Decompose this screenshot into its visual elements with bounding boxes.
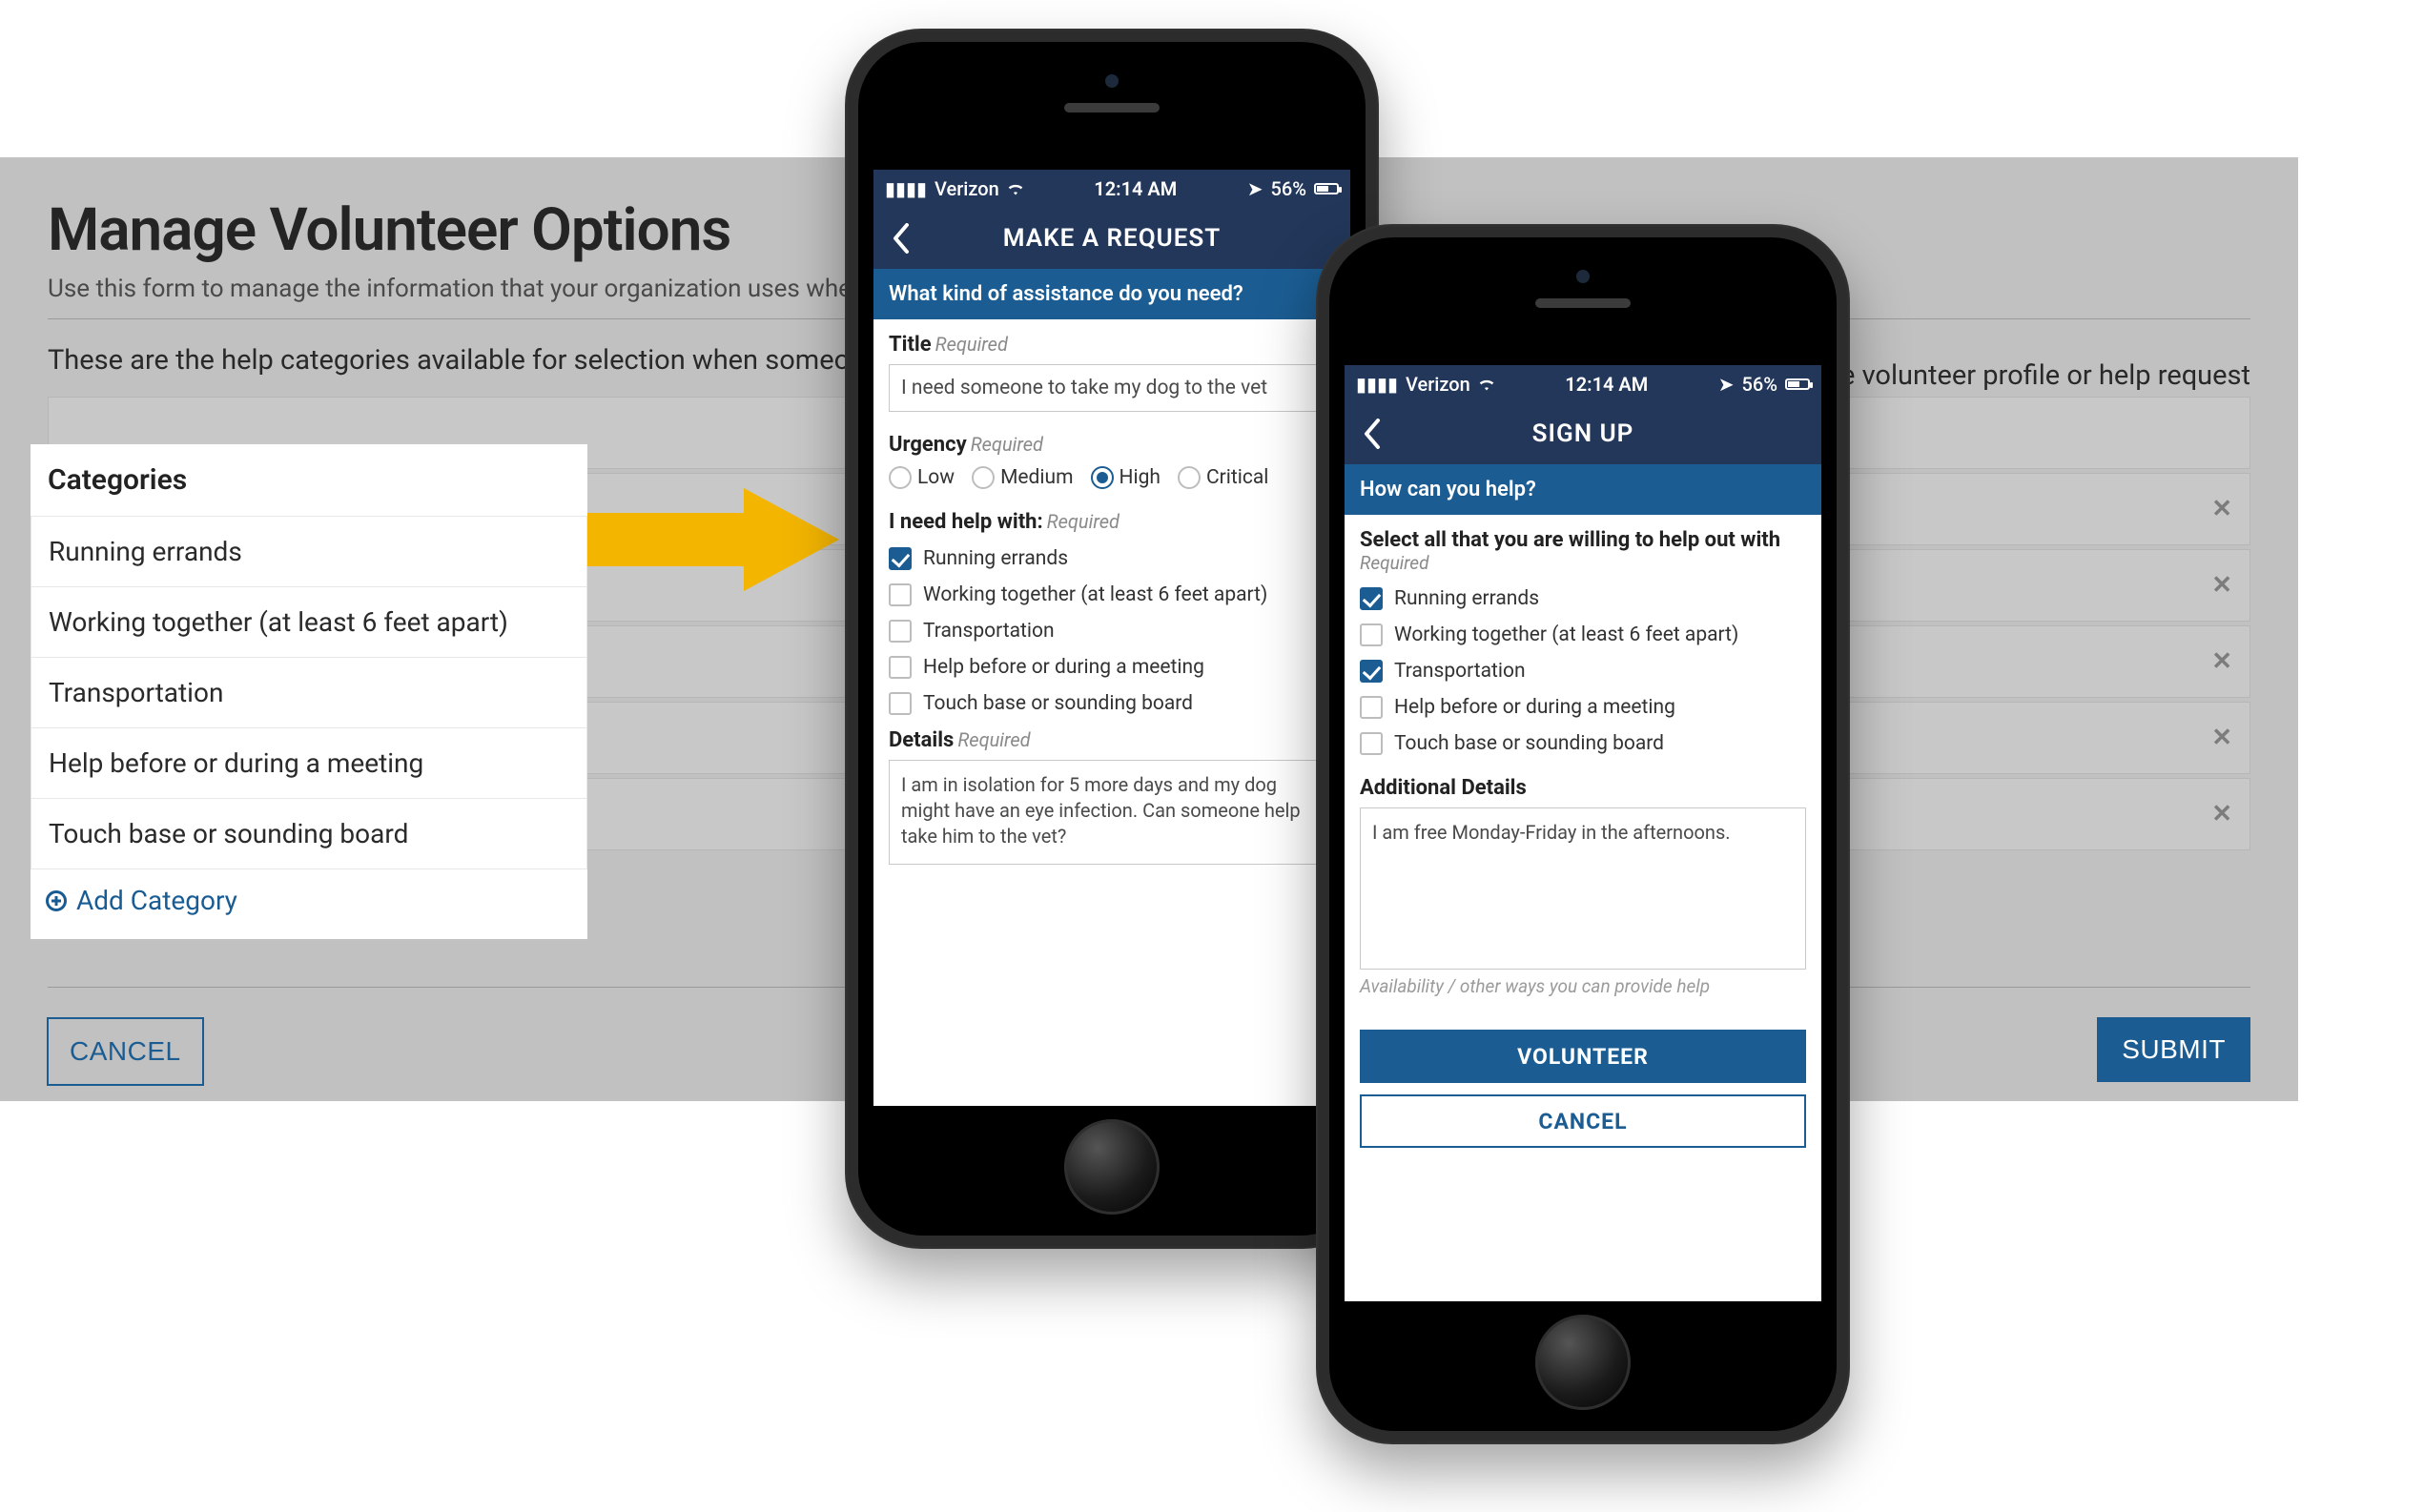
- help-checkbox[interactable]: Running errands: [889, 547, 1335, 570]
- help-checkbox[interactable]: Help before or during a meeting: [889, 656, 1335, 679]
- help-checkbox[interactable]: Transportation: [889, 620, 1335, 643]
- categories-header: Categories: [31, 444, 587, 517]
- battery-percent: 56%: [1271, 177, 1306, 200]
- help-checkbox[interactable]: Touch base or sounding board: [889, 692, 1335, 715]
- status-bar: ▮▮▮▮ Verizon 12:14 AM ➤ 56%: [1345, 365, 1821, 403]
- nav-title: SIGN UP: [1532, 419, 1634, 448]
- phone-camera-icon: [1576, 270, 1590, 283]
- category-item[interactable]: Running errands: [31, 517, 587, 587]
- delete-icon[interactable]: ✕: [2211, 800, 2232, 828]
- cancel-button[interactable]: CANCEL: [47, 1017, 204, 1086]
- section-header: How can you help?: [1345, 464, 1821, 515]
- carrier-label: Verizon: [1406, 373, 1470, 396]
- select-all-label: Select all that you are willing to help …: [1360, 528, 1806, 552]
- categories-highlight-panel: Categories Running errands Working toget…: [31, 444, 587, 939]
- details-textarea[interactable]: I am in isolation for 5 more days and my…: [889, 760, 1335, 865]
- phone-mockup-signup: ▮▮▮▮ Verizon 12:14 AM ➤ 56% SIGN UP How …: [1316, 224, 1850, 1444]
- battery-percent: 56%: [1742, 373, 1777, 396]
- title-input[interactable]: I need someone to take my dog to the vet: [889, 364, 1335, 412]
- help-checkbox[interactable]: Transportation: [1360, 660, 1806, 683]
- add-category-label: Add Category: [76, 885, 237, 916]
- arrow-icon: [582, 488, 839, 591]
- location-icon: ➤: [1247, 177, 1263, 200]
- home-button[interactable]: [1535, 1315, 1631, 1410]
- urgency-radio-high[interactable]: High: [1091, 466, 1161, 489]
- phone-mockup-request: ▮▮▮▮ Verizon 12:14 AM ➤ 56% MAKE A REQUE…: [845, 29, 1379, 1249]
- help-checkbox[interactable]: Help before or during a meeting: [1360, 696, 1806, 719]
- category-item[interactable]: Touch base or sounding board: [31, 799, 587, 869]
- help-checkbox[interactable]: Touch base or sounding board: [1360, 732, 1806, 755]
- wifi-icon: [1478, 373, 1495, 396]
- help-checkbox[interactable]: Working together (at least 6 feet apart): [1360, 623, 1806, 646]
- wifi-icon: [1007, 177, 1024, 200]
- battery-icon: [1314, 183, 1339, 194]
- additional-details-label: Additional Details: [1360, 776, 1806, 800]
- help-checkbox[interactable]: Working together (at least 6 feet apart): [889, 583, 1335, 606]
- volunteer-button[interactable]: VOLUNTEER: [1360, 1030, 1806, 1083]
- clock-label: 12:14 AM: [1495, 373, 1718, 396]
- clock-label: 12:14 AM: [1024, 177, 1247, 200]
- location-icon: ➤: [1718, 373, 1735, 396]
- nav-title: MAKE A REQUEST: [1003, 224, 1221, 253]
- delete-icon[interactable]: ✕: [2211, 495, 2232, 523]
- back-button[interactable]: [877, 208, 925, 269]
- phone-screen: ▮▮▮▮ Verizon 12:14 AM ➤ 56% MAKE A REQUE…: [873, 170, 1350, 1106]
- submit-button[interactable]: SUBMIT: [2097, 1017, 2250, 1082]
- urgency-radio-critical[interactable]: Critical: [1178, 466, 1268, 489]
- help-with-label: I need help with:Required: [889, 510, 1335, 534]
- status-bar: ▮▮▮▮ Verizon 12:14 AM ➤ 56%: [873, 170, 1350, 208]
- add-category-button[interactable]: Add Category: [31, 869, 587, 939]
- delete-icon[interactable]: ✕: [2211, 724, 2232, 752]
- title-label: TitleRequired: [889, 333, 1335, 357]
- additional-details-placeholder: Availability / other ways you can provid…: [1360, 975, 1806, 997]
- cancel-button[interactable]: CANCEL: [1360, 1094, 1806, 1148]
- request-form: TitleRequired I need someone to take my …: [873, 319, 1350, 880]
- details-label: DetailsRequired: [889, 728, 1335, 752]
- phone-earpiece-icon: [1535, 298, 1631, 308]
- signup-form: Select all that you are willing to help …: [1345, 515, 1821, 1012]
- nav-bar: SIGN UP: [1345, 403, 1821, 464]
- required-label: Required: [1360, 552, 1806, 574]
- plus-circle-icon: [46, 890, 67, 911]
- signal-icon: ▮▮▮▮: [885, 177, 927, 200]
- phone-screen: ▮▮▮▮ Verizon 12:14 AM ➤ 56% SIGN UP How …: [1345, 365, 1821, 1301]
- carrier-label: Verizon: [935, 177, 999, 200]
- phone-earpiece-icon: [1064, 103, 1160, 112]
- phone-camera-icon: [1105, 74, 1119, 88]
- category-item[interactable]: Working together (at least 6 feet apart): [31, 587, 587, 658]
- home-button[interactable]: [1064, 1119, 1160, 1215]
- category-item[interactable]: Transportation: [31, 658, 587, 728]
- signal-icon: ▮▮▮▮: [1356, 373, 1398, 396]
- nav-bar: MAKE A REQUEST: [873, 208, 1350, 269]
- urgency-radio-low[interactable]: Low: [889, 466, 955, 489]
- delete-icon[interactable]: ✕: [2211, 647, 2232, 676]
- urgency-group: Low Medium High Critical: [889, 466, 1335, 489]
- back-button[interactable]: [1348, 403, 1396, 464]
- desc-left-fragment: These are the help categories available …: [48, 344, 894, 377]
- category-item[interactable]: Help before or during a meeting: [31, 728, 587, 799]
- help-checkbox[interactable]: Running errands: [1360, 587, 1806, 610]
- battery-icon: [1785, 378, 1810, 390]
- delete-icon[interactable]: ✕: [2211, 571, 2232, 600]
- additional-details-textarea[interactable]: I am free Monday-Friday in the afternoon…: [1360, 807, 1806, 970]
- urgency-label: UrgencyRequired: [889, 433, 1335, 457]
- urgency-radio-medium[interactable]: Medium: [972, 466, 1073, 489]
- section-header: What kind of assistance do you need?: [873, 269, 1350, 319]
